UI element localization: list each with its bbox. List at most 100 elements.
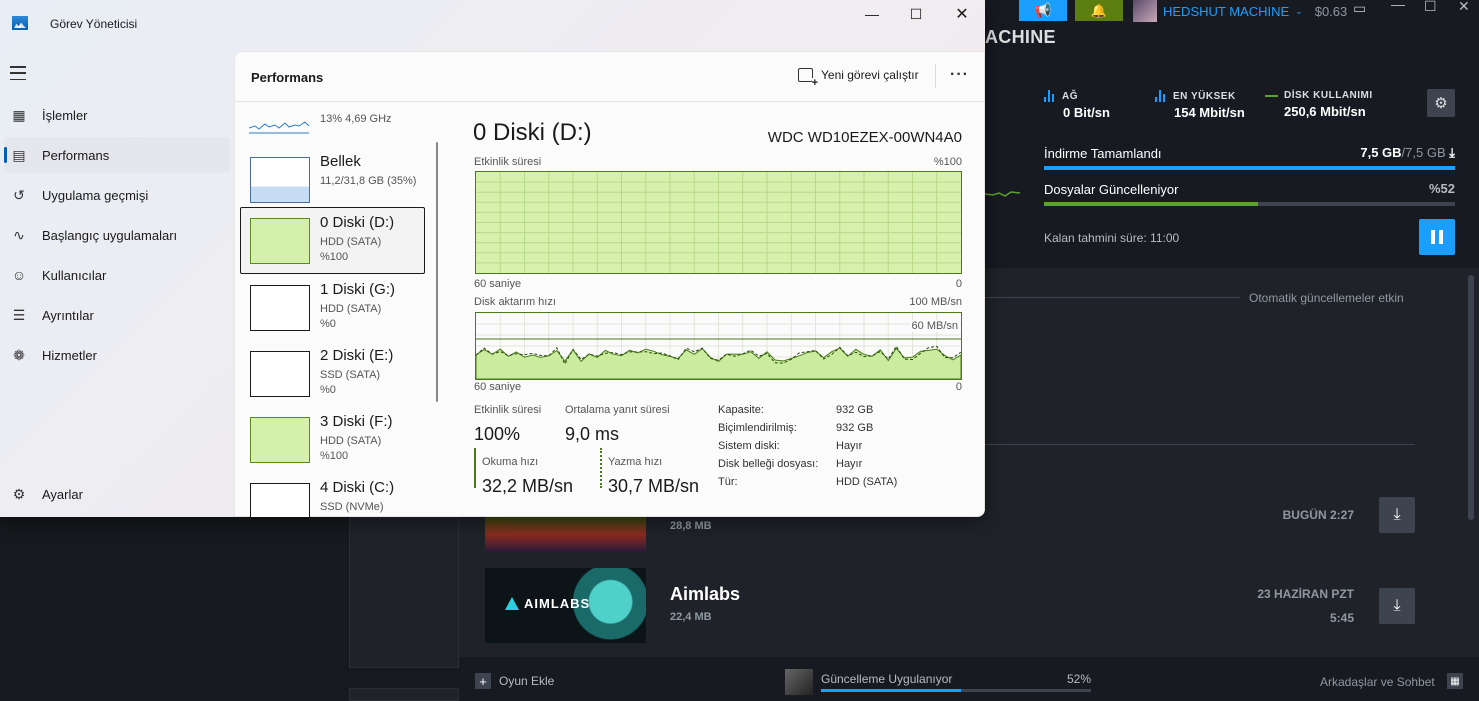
chevron-down-icon: ⌄ [1295,5,1303,16]
download-total: /7,5 GB [1401,145,1446,160]
download-settings-button[interactable]: ⚙ [1427,89,1455,117]
nav-services[interactable]: ❁ Hizmetler [0,337,230,373]
item-title: Bellek [320,153,361,170]
download-complete-row: İndirme Tamamlandı 7,5 GB/7,5 GB ⤓ [1044,145,1455,170]
avg-response-value: 9,0 ms [565,424,620,444]
list-item-disk-2[interactable]: 2 Diski (E:) SSD (SATA) %0 [241,341,426,407]
disk-usage-label: DİSK KULLANIMI [1284,90,1373,101]
disk-usage-stat: DİSK KULLANIMI 250,6 Mbit/sn [1265,90,1373,119]
nav-performance[interactable]: ▤ Performans [4,137,230,173]
download-button[interactable]: ⤓ [1379,497,1415,533]
activity-grid [476,172,961,273]
item-title: 0 Diski (D:) [320,214,395,231]
network-bars-icon [1044,90,1056,102]
new-task-button[interactable]: Yeni görevi çalıştır [798,68,919,88]
download-complete-label: İndirme Tamamlandı [1044,146,1162,161]
app-title: Görev Yöneticisi [50,17,138,31]
update-game-thumbnail [785,669,813,695]
disk-line-icon [1265,94,1278,97]
item-usage: %100 [320,450,349,462]
list-scrollbar[interactable] [436,142,438,402]
prop-type-label: Tür: [718,476,738,488]
nav-startup-apps[interactable]: ∿ Başlangıç uygulamaları [0,217,230,253]
list-item-disk-0[interactable]: 0 Diski (D:) HDD (SATA) %100 [240,207,425,274]
pause-button[interactable] [1419,219,1455,255]
more-options-button[interactable]: ··· [950,66,969,84]
nav-label: Performans [42,147,110,163]
prop-formatted-label: Biçimlendirilmiş: [718,422,797,434]
friends-icon[interactable]: ▦ [1447,673,1463,689]
gear-icon: ⚙ [12,485,26,502]
steam-left-card-2 [349,688,459,701]
big-picture-icon[interactable]: ▭ [1353,0,1366,17]
close-icon[interactable]: ✕ [1458,0,1470,15]
nav-processes[interactable]: ▦ İşlemler [0,97,230,133]
files-updating-progress [1044,202,1455,206]
disk-name: 0 Diski (D:) [473,119,592,146]
add-game-button[interactable]: + Oyun Ekle [475,673,554,689]
title-bar[interactable]: Görev Yöneticisi — ☐ ✕ [0,0,985,48]
avatar [1133,0,1157,22]
aimlabs-thumbnail[interactable]: AIMLABS [485,568,646,643]
peak-value: 154 Mbit/sn [1174,105,1245,120]
game-title[interactable]: Aimlabs [670,584,740,605]
game-thumbnail[interactable] [485,517,646,552]
minimize-button[interactable]: — [849,0,895,28]
disk-thumbnail [250,218,310,264]
transfer-graph-max: 100 MB/sn [909,296,962,308]
item-usage: %0 [320,318,336,330]
activity-time-graph [475,171,962,274]
nav-label: Başlangıç uygulamaları [42,227,178,243]
download-size: 7,5 GB/7,5 GB ⤓ [1360,145,1455,161]
update-progress [821,689,1091,692]
close-button[interactable]: ✕ [939,0,985,28]
minimize-icon[interactable]: — [1391,0,1405,12]
transfer-graph-time-left: 60 saniye [474,381,522,393]
steam-left-card [349,517,459,668]
scrollbar[interactable] [1468,275,1474,520]
peak-label: EN YÜKSEK [1173,90,1236,102]
disk-thumbnail [250,285,310,331]
list-item-memory[interactable]: Bellek 11,2/31,8 GB (35%) [241,147,426,213]
nav-settings[interactable]: ⚙ Ayarlar [0,476,230,512]
task-manager-window: Görev Yöneticisi — ☐ ✕ ▦ İşlemler ▤ Perf… [0,0,985,517]
write-speed-label: Yazma hızı [608,456,663,468]
network-stat: AĞ 0 Bit/sn [1044,90,1110,120]
announcement-button[interactable]: 📢 [1019,0,1067,21]
list-item-disk-3[interactable]: 3 Diski (F:) HDD (SATA) %100 [241,407,426,473]
friends-chat-button[interactable]: Arkadaşlar ve Sohbet [1320,675,1435,689]
transfer-graph-label: Disk aktarım hızı [474,296,556,308]
list-item-disk-1[interactable]: 1 Diski (G:) HDD (SATA) %0 [241,275,426,341]
maximize-icon: ☐ [909,5,923,22]
update-progress-fill [821,689,962,692]
list-item-disk-4[interactable]: 4 Diski (C:) SSD (NVMe) %1 [241,473,426,517]
notifications-button[interactable]: 🔔 [1075,0,1123,21]
maximize-button[interactable]: ☐ [893,0,939,28]
download-graph [985,191,1020,197]
files-updating-label: Dosyalar Güncelleniyor [1044,182,1179,197]
transfer-graph-time-right: 0 [955,381,962,393]
nav-app-history[interactable]: ↺ Uygulama geçmişi [0,177,230,213]
item-title: 1 Diski (G:) [320,281,395,298]
update-status-label[interactable]: Güncelleme Uygulanıyor [821,672,952,686]
game-size: 22,4 MB [670,611,712,623]
network-value: 0 Bit/sn [1063,105,1110,120]
activity-graph-label: Etkinlik süresi [474,156,542,168]
active-time-value: 100% [474,424,521,444]
item-usage: %1 [320,516,336,517]
resource-list[interactable]: 13% 4,69 GHz Bellek 11,2/31,8 GB (35%) 0… [235,102,443,517]
nav-details[interactable]: ☰ Ayrıntılar [0,297,230,333]
item-usage: %100 [320,251,349,263]
item-title: 4 Diski (C:) [320,479,395,496]
performance-icon: ▤ [12,146,26,163]
nav-users[interactable]: ☺ Kullanıcılar [0,257,230,293]
prop-capacity-value: 932 GB [836,404,874,416]
maximize-icon[interactable]: ☐ [1424,0,1437,15]
download-button[interactable]: ⤓ [1379,588,1415,624]
disk-thumbnail [250,483,310,517]
read-speed-label: Okuma hızı [482,456,539,468]
user-menu[interactable]: HEDSHUT MACHINE ⌄ $0.63 [1133,0,1347,22]
user-name: HEDSHUT MACHINE [1163,3,1290,19]
hamburger-menu-icon[interactable] [10,66,26,80]
disk-thumbnail [250,351,310,397]
